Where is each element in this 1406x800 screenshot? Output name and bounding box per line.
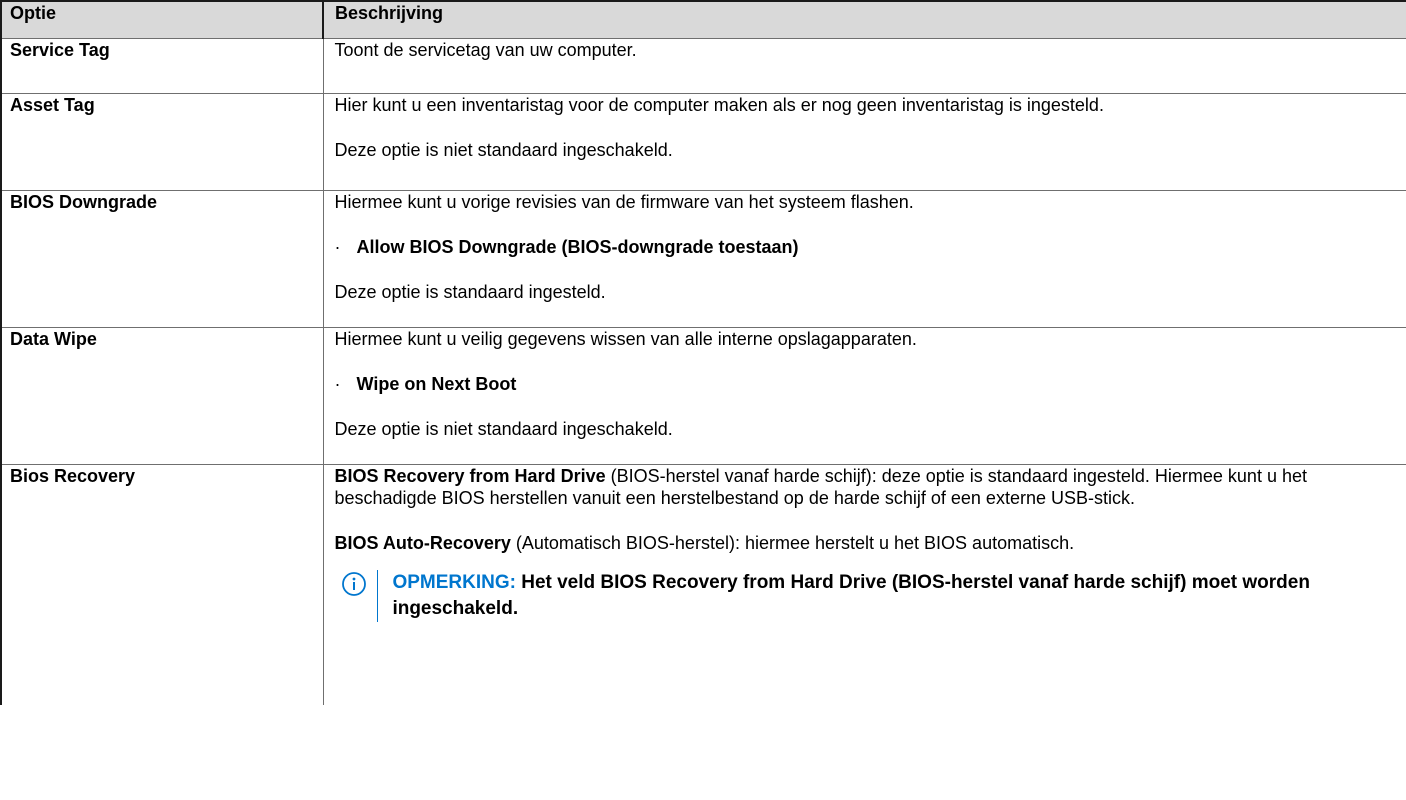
column-header-option: Optie bbox=[0, 0, 324, 39]
setting-name: BIOS Auto-Recovery bbox=[334, 533, 511, 553]
description-text: BIOS Auto-Recovery (Automatisch BIOS-her… bbox=[335, 532, 1406, 554]
bios-options-table: Optie Beschrijving Service Tag Toont de … bbox=[0, 0, 1406, 705]
table-row-bios-downgrade: BIOS Downgrade Hiermee kunt u vorige rev… bbox=[0, 190, 1406, 328]
setting-bullet: · Allow BIOS Downgrade (BIOS-downgrade t… bbox=[335, 236, 1406, 258]
default-state-text: Deze optie is niet standaard ingeschakel… bbox=[334, 140, 673, 160]
setting-name: Wipe on Next Boot bbox=[356, 374, 517, 394]
bullet-mark: · bbox=[334, 237, 341, 257]
description-text: Hiermee kunt u veilig gegevens wissen va… bbox=[334, 329, 917, 349]
option-description: Hiermee kunt u veilig gegevens wissen va… bbox=[322, 327, 1406, 465]
table-row-service-tag: Service Tag Toont de servicetag van uw c… bbox=[0, 38, 1406, 94]
table-header-row: Optie Beschrijving bbox=[0, 0, 1406, 39]
note-text: OPMERKING: Het veld BIOS Recovery from H… bbox=[392, 570, 1406, 622]
note-callout: OPMERKING: Het veld BIOS Recovery from H… bbox=[335, 570, 1406, 622]
option-description: Toont de servicetag van uw computer. bbox=[322, 38, 1406, 94]
option-name: Asset Tag bbox=[0, 93, 324, 191]
option-name: Service Tag bbox=[0, 38, 324, 94]
setting-name: Allow BIOS Downgrade (BIOS-downgrade toe… bbox=[356, 237, 799, 257]
option-name: Bios Recovery bbox=[0, 464, 324, 705]
description-text: BIOS Recovery from Hard Drive (BIOS-hers… bbox=[335, 465, 1406, 509]
note-label: OPMERKING: bbox=[392, 572, 516, 593]
setting-explanation: (Automatisch BIOS-herstel): hiermee hers… bbox=[510, 533, 1075, 553]
option-description: Hiermee kunt u vorige revisies van de fi… bbox=[322, 190, 1406, 328]
description-text: Hiermee kunt u vorige revisies van de fi… bbox=[334, 192, 914, 212]
default-state-text: Deze optie is standaard ingesteld. bbox=[334, 282, 606, 302]
description-text: Hier kunt u een inventaristag voor de co… bbox=[334, 95, 1104, 115]
default-state-text: Deze optie is niet standaard ingeschakel… bbox=[334, 419, 673, 439]
table-row-bios-recovery: Bios Recovery BIOS Recovery from Hard Dr… bbox=[0, 464, 1406, 705]
note-divider bbox=[376, 570, 379, 622]
note-body: Het veld BIOS Recovery from Hard Drive (… bbox=[392, 572, 1310, 619]
option-name: Data Wipe bbox=[0, 327, 324, 465]
info-icon bbox=[341, 572, 366, 596]
setting-bullet: · Wipe on Next Boot bbox=[335, 373, 1406, 395]
option-description: BIOS Recovery from Hard Drive (BIOS-hers… bbox=[322, 464, 1406, 705]
setting-name: BIOS Recovery from Hard Drive bbox=[334, 466, 606, 486]
table-row-data-wipe: Data Wipe Hiermee kunt u veilig gegevens… bbox=[0, 327, 1406, 465]
bullet-mark: · bbox=[334, 374, 341, 394]
description-text: Toont de servicetag van uw computer. bbox=[334, 40, 637, 60]
option-description: Hier kunt u een inventaristag voor de co… bbox=[322, 93, 1406, 191]
table-row-asset-tag: Asset Tag Hier kunt u een inventaristag … bbox=[0, 93, 1406, 191]
option-name: BIOS Downgrade bbox=[0, 190, 324, 328]
column-header-description: Beschrijving bbox=[322, 0, 1406, 39]
